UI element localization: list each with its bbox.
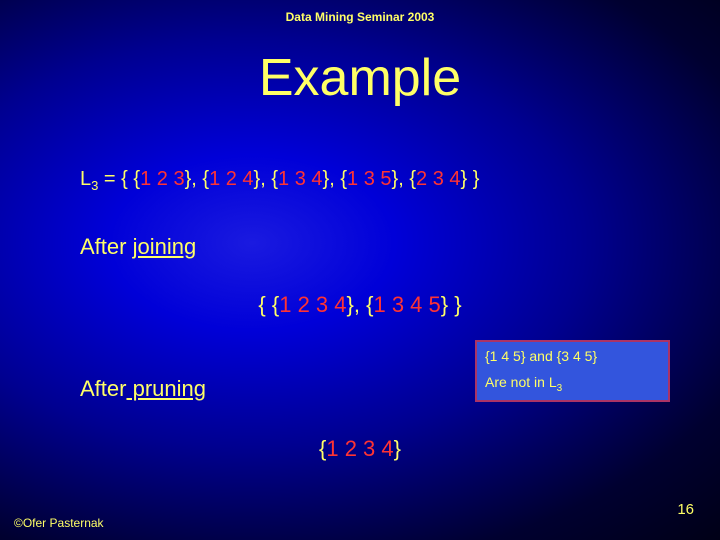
- set5-vals: 2 3 4: [416, 168, 460, 190]
- set1-vals: 1 2 3: [140, 168, 184, 190]
- jset2-close: }: [441, 292, 448, 317]
- note-line2b: 3: [557, 383, 563, 394]
- set2-vals: 1 2 4: [209, 168, 253, 190]
- pruned-result: {1 2 3 4}: [0, 436, 720, 462]
- set3-close: }: [323, 168, 330, 190]
- after-word2: After: [80, 376, 126, 401]
- slide-header: Data Mining Seminar 2003: [0, 10, 720, 24]
- note-line2: Are not in L3: [485, 374, 660, 394]
- pruned-close: }: [394, 436, 401, 461]
- l3-eq: = {: [98, 168, 133, 190]
- joining-word: joining: [133, 234, 197, 259]
- footer-page-number: 16: [677, 501, 694, 518]
- set1-close: }: [185, 168, 192, 190]
- set2-close: }: [254, 168, 261, 190]
- l3-prefix: L: [80, 168, 91, 190]
- footer-author: ©Ofer Pasternak: [14, 516, 104, 530]
- l3-end: }: [467, 168, 479, 190]
- after-joining-label: After joining: [80, 234, 196, 260]
- after-pruning-label: After pruning: [80, 376, 206, 402]
- set3-vals: 1 3 4: [278, 168, 322, 190]
- slide-title: Example: [0, 48, 720, 108]
- joined-result: { {1 2 3 4}, {1 3 4 5} }: [0, 292, 720, 318]
- jset1-vals: 1 2 3 4: [279, 292, 346, 317]
- after-word: After: [80, 234, 133, 259]
- jset2-vals: 1 3 4 5: [373, 292, 440, 317]
- note-box: {1 4 5} and {3 4 5} Are not in L3: [475, 340, 670, 402]
- note-line2a: Are not in L: [485, 374, 557, 390]
- pruning-word: pruning: [126, 376, 206, 401]
- jset1-close: }: [347, 292, 354, 317]
- set5-open: {: [409, 168, 416, 190]
- l3-definition: L3 = { {1 2 3}, {1 2 4}, {1 3 4}, {1 3 5…: [80, 168, 479, 193]
- joined-end: }: [448, 292, 461, 317]
- pruned-vals: 1 2 3 4: [326, 436, 393, 461]
- set4-close: }: [392, 168, 399, 190]
- note-line1: {1 4 5} and {3 4 5}: [485, 348, 660, 364]
- joined-open: {: [258, 292, 271, 317]
- slide: Data Mining Seminar 2003 Example L3 = { …: [0, 0, 720, 540]
- set4-vals: 1 3 5: [347, 168, 391, 190]
